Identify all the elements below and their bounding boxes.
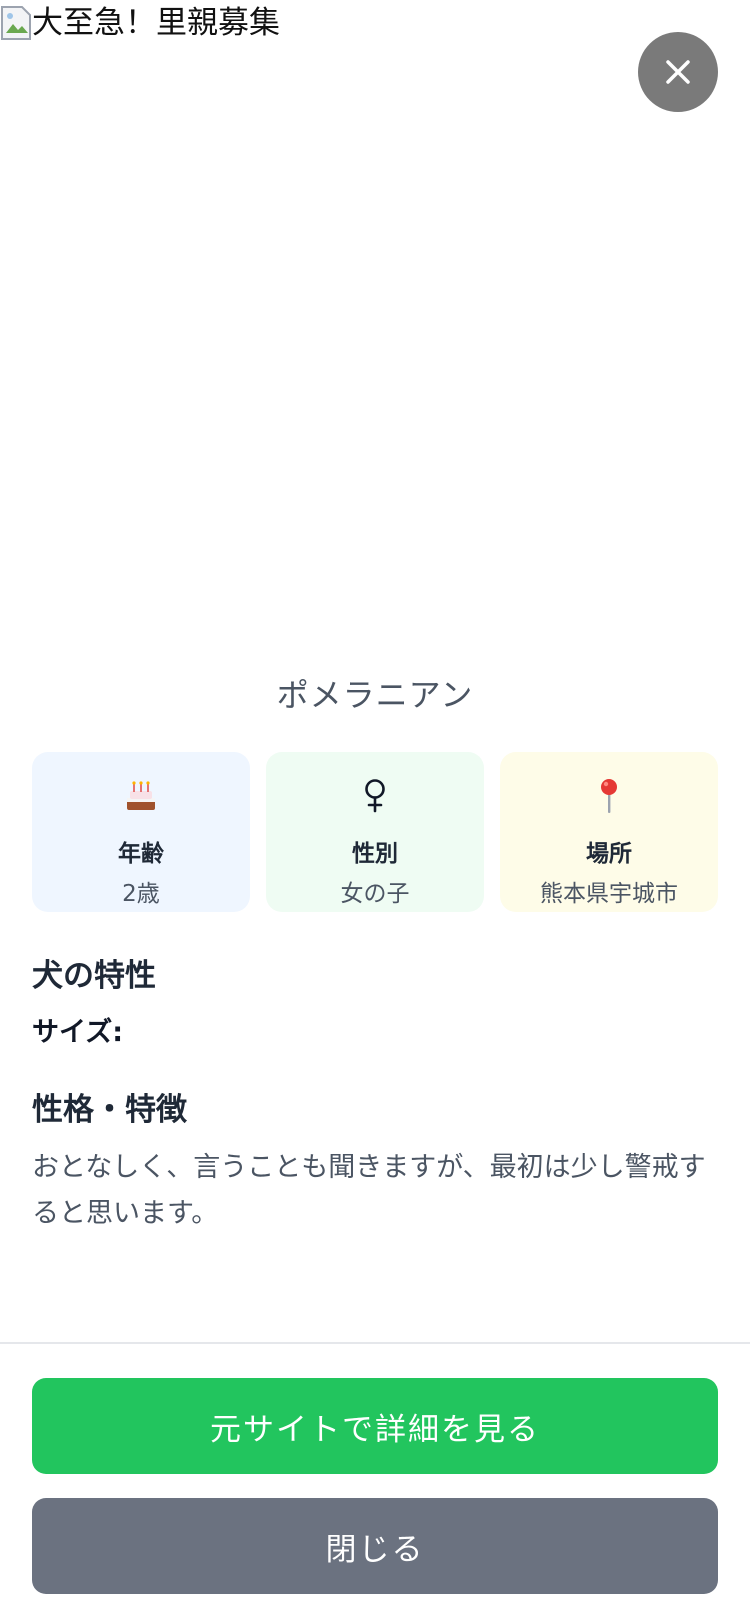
location-value: 熊本県宇城市 <box>540 881 678 907</box>
cake-icon <box>123 776 159 816</box>
broken-image: 大至急！里親募集 <box>0 0 280 46</box>
age-label: 年齢 <box>118 841 164 867</box>
info-cards: 年齢 2歳 性別 女の子 場所 熊本県宇城市 <box>32 752 718 912</box>
close-button[interactable] <box>638 32 718 112</box>
footer-actions: 元サイトで詳細を見る 閉じる <box>0 1342 750 1624</box>
image-alt-text: 大至急！里親募集 <box>32 5 280 41</box>
breed-name: ポメラニアン <box>276 676 474 714</box>
traits-heading: 犬の特性 <box>32 958 156 994</box>
sex-value: 女の子 <box>340 881 410 907</box>
pet-detail-modal: 大至急！里親募集 ポメラニアン 年齢 2歳 性別 女の子 場所 熊本県宇城市 犬… <box>0 0 750 1624</box>
sex-card: 性別 女の子 <box>266 752 484 912</box>
location-card: 場所 熊本県宇城市 <box>500 752 718 912</box>
sex-label: 性別 <box>352 841 398 867</box>
location-label: 場所 <box>586 841 632 867</box>
age-value: 2歳 <box>122 881 160 907</box>
personality-text: おとなしく、言うことも聞きますが、最初は少し警戒すると思います。 <box>32 1152 706 1229</box>
close-footer-button[interactable]: 閉じる <box>32 1498 718 1594</box>
pet-photo: 大至急！里親募集 <box>0 0 750 650</box>
personality-heading: 性格・特徴 <box>32 1092 187 1128</box>
female-icon <box>360 776 390 816</box>
size-label: サイズ: <box>32 1017 123 1048</box>
broken-image-icon <box>0 3 32 43</box>
view-details-button[interactable]: 元サイトで詳細を見る <box>32 1378 718 1474</box>
pin-icon <box>594 776 624 816</box>
age-card: 年齢 2歳 <box>32 752 250 912</box>
close-icon <box>666 60 690 84</box>
